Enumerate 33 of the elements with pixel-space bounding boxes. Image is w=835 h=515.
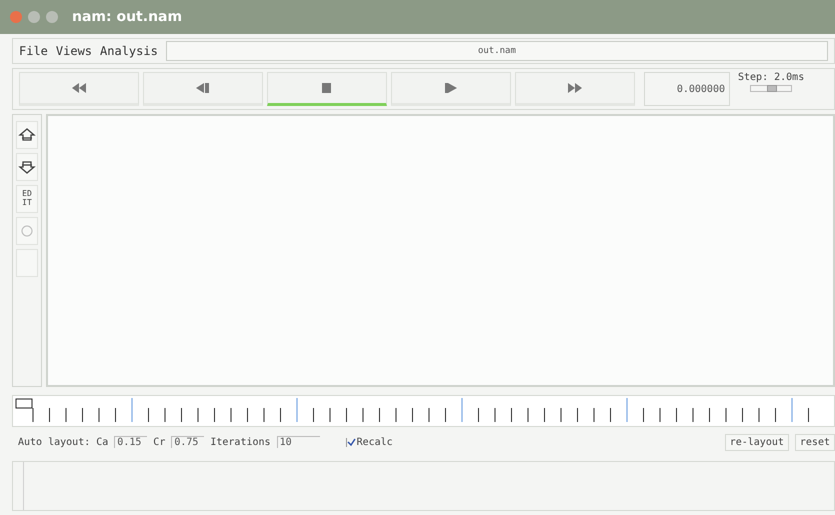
minimize-icon[interactable] bbox=[28, 11, 40, 23]
menu-item[interactable]: File bbox=[19, 44, 48, 58]
window-title: nam: out.nam bbox=[72, 9, 182, 25]
close-icon[interactable] bbox=[10, 11, 22, 23]
iterations-label: Iterations bbox=[210, 436, 271, 448]
rewind-icon bbox=[71, 82, 87, 94]
relayout-button[interactable]: re-layout bbox=[724, 434, 789, 450]
edit-button[interactable]: ED IT bbox=[16, 185, 38, 213]
file-name-field: out.nam bbox=[166, 41, 828, 61]
menu-item[interactable]: Analysis bbox=[100, 44, 158, 58]
stop-button[interactable] bbox=[267, 72, 387, 106]
maximize-icon[interactable] bbox=[46, 11, 58, 23]
auto-layout-label: Auto layout: bbox=[18, 436, 90, 448]
back-icon bbox=[195, 82, 211, 94]
cr-label: Cr bbox=[153, 436, 166, 448]
forward-icon bbox=[567, 82, 583, 94]
iterations-field[interactable]: 10 bbox=[276, 436, 320, 448]
menu-item[interactable]: Views bbox=[56, 44, 92, 58]
cr-field[interactable]: 0.75 bbox=[171, 436, 204, 448]
tool-button[interactable] bbox=[16, 249, 38, 277]
step-label: Step: 2.0ms bbox=[738, 72, 806, 83]
ca-field[interactable]: 0.15 bbox=[114, 436, 148, 448]
step-slider[interactable] bbox=[750, 85, 792, 92]
network-canvas[interactable] bbox=[46, 114, 835, 387]
slider-thumb[interactable] bbox=[767, 85, 777, 92]
reset-button[interactable]: reset bbox=[794, 434, 835, 450]
forward-button[interactable] bbox=[515, 72, 635, 106]
recalc-checkbox[interactable] bbox=[346, 438, 356, 446]
rewind-button[interactable] bbox=[19, 72, 139, 106]
recalc-label: Recalc bbox=[356, 436, 393, 448]
time-display: 0.000000 bbox=[644, 72, 730, 106]
play-icon bbox=[443, 82, 459, 94]
ca-label: Ca bbox=[96, 436, 108, 448]
